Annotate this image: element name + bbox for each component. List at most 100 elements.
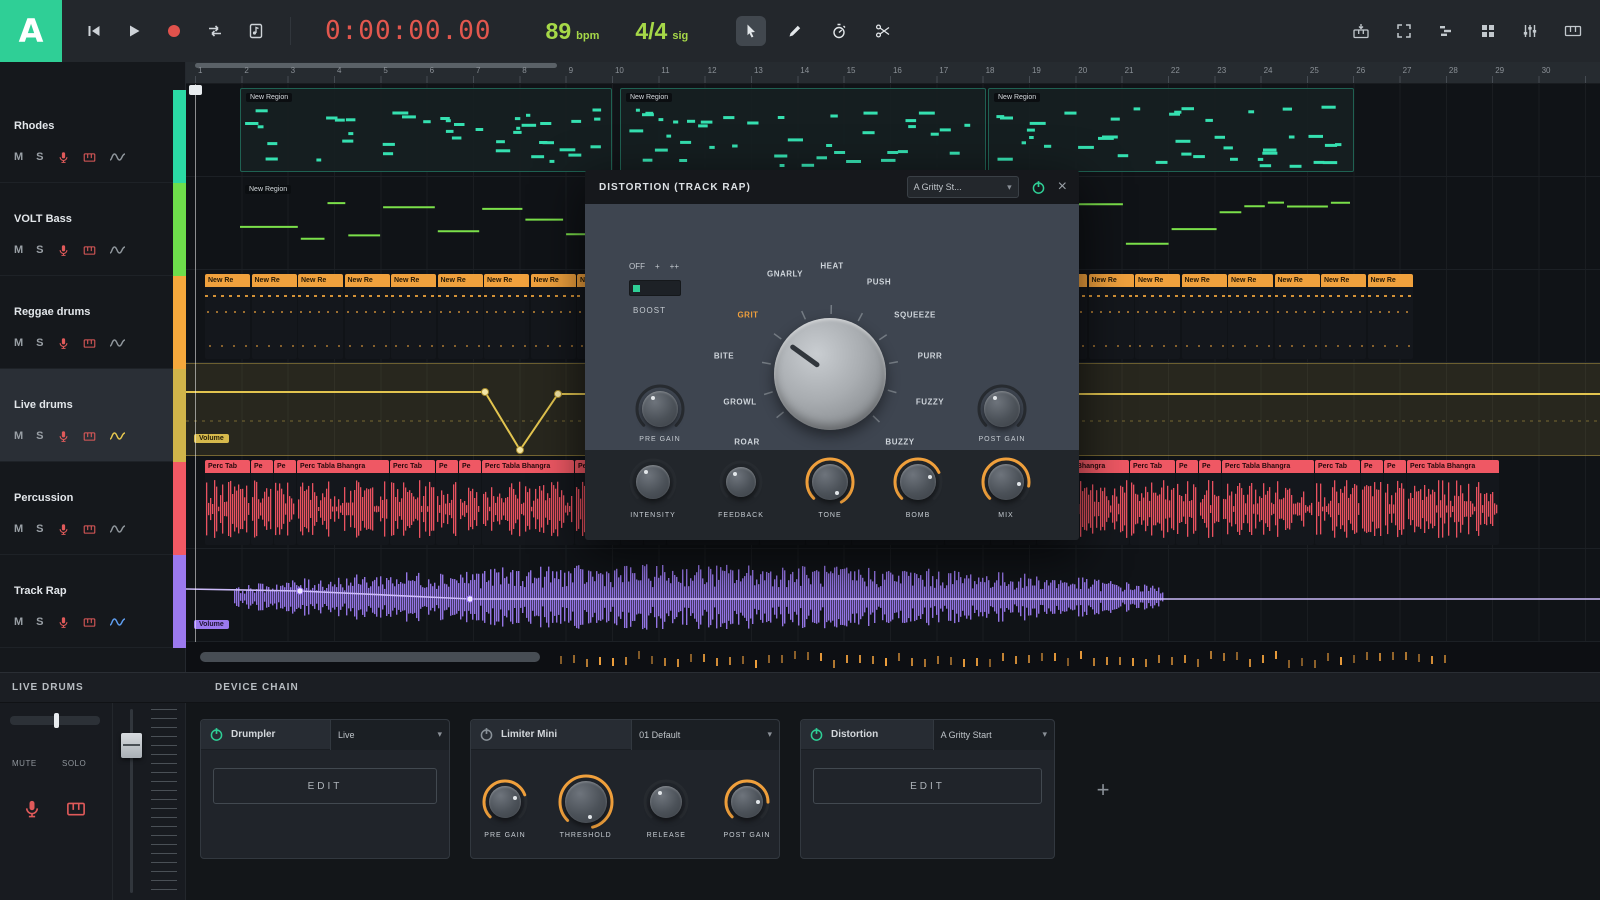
threshold-knob[interactable]: [558, 774, 614, 830]
audio-clip[interactable]: New Re: [1275, 274, 1320, 359]
record-arm-icon[interactable]: [57, 430, 70, 443]
mute-button[interactable]: M: [14, 337, 23, 349]
solo-button[interactable]: S: [36, 337, 43, 349]
audio-clip[interactable]: Pe: [436, 460, 458, 545]
audio-clip[interactable]: New Re: [298, 274, 343, 359]
device-preset-select[interactable]: Live▾: [330, 720, 449, 750]
record-arm-icon[interactable]: [57, 337, 70, 350]
record-arm-icon[interactable]: [57, 244, 70, 257]
pencil-tool-button[interactable]: [780, 16, 810, 46]
distortion-mode-knob[interactable]: [774, 318, 886, 430]
midi-region[interactable]: New Region: [988, 88, 1354, 172]
audio-clip[interactable]: Perc Tabla Bhangra: [1222, 460, 1314, 545]
track-header-live-drums[interactable]: Live drumsMS: [0, 369, 186, 462]
mixer-icon[interactable]: [1522, 23, 1538, 39]
knob-face[interactable]: [636, 465, 670, 499]
pre-gain-knob[interactable]: [635, 384, 685, 434]
automation-icon[interactable]: [109, 336, 126, 350]
audio-clip[interactable]: New Re: [1368, 274, 1413, 359]
audio-clip[interactable]: New Re: [345, 274, 390, 359]
device-power-button[interactable]: [201, 727, 231, 742]
audio-clip[interactable]: Perc Tabla Bhangra: [1407, 460, 1499, 545]
dial-option-gnarly[interactable]: GNARLY: [767, 270, 803, 279]
preset-select[interactable]: A Gritty St... ▾: [907, 176, 1019, 198]
audio-clip[interactable]: New Re: [252, 274, 297, 359]
device-edit-button[interactable]: EDIT: [813, 768, 1042, 804]
cursor-tool-button[interactable]: [736, 16, 766, 46]
knob-face[interactable]: [726, 467, 756, 497]
fader-thumb[interactable]: [121, 733, 142, 758]
bpm-control[interactable]: 89 bpm: [546, 18, 600, 45]
audio-clip[interactable]: Perc Tab: [1315, 460, 1360, 545]
solo-button[interactable]: S: [36, 430, 43, 442]
knob-face[interactable]: [984, 391, 1020, 427]
dial-option-push[interactable]: PUSH: [867, 278, 891, 287]
audio-clip[interactable]: New Re: [205, 274, 250, 359]
fullscreen-icon[interactable]: [1396, 23, 1412, 39]
volume-automation[interactable]: [186, 549, 1600, 641]
mute-button[interactable]: M: [14, 430, 23, 442]
pre-gain-knob[interactable]: [482, 779, 528, 825]
automation-icon[interactable]: [109, 429, 126, 443]
audio-clip[interactable]: New Re: [484, 274, 529, 359]
audio-clip[interactable]: New Re: [1135, 274, 1180, 359]
audio-clip[interactable]: Pe: [1384, 460, 1406, 545]
dial-option-roar[interactable]: ROAR: [734, 438, 760, 447]
knob-face[interactable]: [812, 464, 848, 500]
audio-clip[interactable]: Pe: [274, 460, 296, 545]
timeline-ruler[interactable]: 1234567891011121314151617181920212223242…: [186, 62, 1600, 84]
solo-button[interactable]: S: [36, 244, 43, 256]
mute-button[interactable]: M: [14, 616, 23, 628]
tone-knob[interactable]: [805, 457, 855, 507]
track-header-reggae-drums[interactable]: Reggae drumsMS: [0, 276, 186, 369]
audio-clip[interactable]: Perc Tabla Bhangra: [297, 460, 389, 545]
time-display[interactable]: 0:00:00.00: [325, 16, 492, 46]
solo-button[interactable]: SOLO: [62, 759, 86, 768]
grid-icon[interactable]: [1480, 23, 1496, 39]
dial-option-grit[interactable]: GRIT: [737, 311, 758, 320]
mute-button[interactable]: M: [14, 151, 23, 163]
boost-value-box[interactable]: [629, 280, 681, 296]
device-power-button[interactable]: [471, 727, 501, 742]
dial-option-buzzy[interactable]: BUZZY: [885, 438, 914, 447]
power-button[interactable]: [1031, 180, 1046, 195]
knob-face[interactable]: [900, 464, 936, 500]
horizontal-scrollbar[interactable]: [200, 652, 540, 662]
knob-face[interactable]: [565, 781, 607, 823]
dial-option-bite[interactable]: BITE: [714, 352, 734, 361]
time-signature-control[interactable]: 4/4 sig: [635, 18, 688, 45]
playhead-handle[interactable]: [189, 85, 202, 95]
play-button[interactable]: [126, 23, 142, 39]
solo-button[interactable]: S: [36, 616, 43, 628]
midi-instrument-icon[interactable]: [83, 151, 96, 164]
record-arm-icon[interactable]: [57, 151, 70, 164]
pan-slider[interactable]: [10, 716, 100, 725]
midi-region[interactable]: New Region: [620, 88, 986, 172]
audio-clip[interactable]: Perc Tab: [1130, 460, 1175, 545]
close-icon[interactable]: ×: [1058, 179, 1067, 195]
dial-option-purr[interactable]: PURR: [918, 352, 943, 361]
device-edit-button[interactable]: EDIT: [213, 768, 437, 804]
knob-face[interactable]: [642, 391, 678, 427]
knob-face[interactable]: [650, 786, 682, 818]
skip-start-button[interactable]: [86, 23, 102, 39]
audio-clip[interactable]: Perc Tab: [390, 460, 435, 545]
audio-clip[interactable]: Pe: [1176, 460, 1198, 545]
automation-icon[interactable]: [109, 522, 126, 536]
audio-clip[interactable]: New Re: [1182, 274, 1227, 359]
mute-button[interactable]: M: [14, 523, 23, 535]
audio-clip[interactable]: Pe: [1361, 460, 1383, 545]
midi-instrument-icon[interactable]: [83, 523, 96, 536]
audio-clip[interactable]: Pe: [1199, 460, 1221, 545]
solo-button[interactable]: S: [36, 523, 43, 535]
midi-region[interactable]: New Region: [240, 88, 612, 172]
audio-clip[interactable]: Pe: [459, 460, 481, 545]
audio-clip[interactable]: New Re: [1089, 274, 1134, 359]
automation-icon[interactable]: [109, 615, 126, 629]
dial-option-growl[interactable]: GROWL: [723, 398, 756, 407]
track-header-volt-bass[interactable]: VOLT BassMS: [0, 183, 186, 276]
scissors-tool-button[interactable]: [868, 16, 898, 46]
track-header-track-rap[interactable]: Track RapMS: [0, 555, 186, 648]
midi-instrument-icon[interactable]: [83, 244, 96, 257]
midi-instrument-icon[interactable]: [83, 616, 96, 629]
